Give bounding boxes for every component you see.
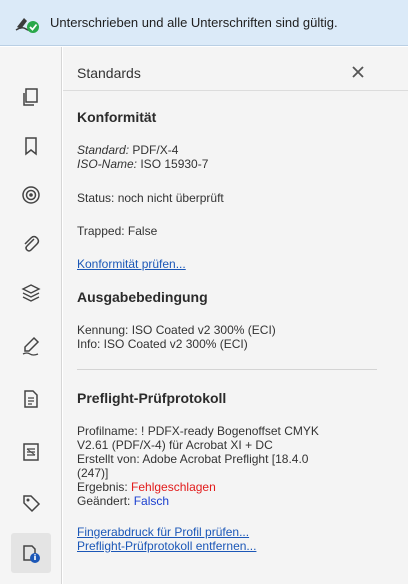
check-conformance-link[interactable]: Konformität prüfen... — [77, 257, 186, 271]
output-intent-info: Info: ISO Coated v2 300% (ECI) — [77, 337, 248, 351]
signature-pen-icon[interactable] — [11, 326, 51, 366]
content-icon[interactable] — [11, 432, 51, 472]
preflight-heading: Preflight-Prüfprotokoll — [77, 390, 227, 406]
signature-valid-icon — [10, 0, 44, 45]
layers-icon[interactable] — [11, 273, 51, 313]
close-icon[interactable] — [349, 63, 367, 81]
modified-label: Geändert: — [77, 494, 134, 508]
bookmark-icon[interactable] — [11, 126, 51, 166]
modified-value: Falsch — [133, 494, 170, 508]
profile-name-line1: Profilname: ! PDFX-ready Bogenoffset CMY… — [77, 424, 319, 438]
section-divider — [77, 369, 377, 370]
remove-preflight-report-link[interactable]: Preflight-Prüfprotokoll entfernen... — [77, 539, 256, 553]
pages-icon[interactable] — [11, 77, 51, 117]
signature-status-bar: Unterschrieben und alle Unterschriften s… — [0, 0, 408, 46]
panel-title: Standards — [77, 65, 141, 81]
output-intent-identifier: Kennung: ISO Coated v2 300% (ECI) — [77, 323, 276, 337]
left-tool-rail — [0, 47, 62, 584]
tag-icon[interactable] — [11, 483, 51, 523]
output-intent-heading: Ausgabebedingung — [77, 289, 208, 305]
conformance-heading: Konformität — [77, 109, 157, 125]
profile-name-line2: V2.61 (PDF/X-4) für Acrobat XI + DC — [77, 438, 273, 452]
created-by-line2: (247)] — [77, 466, 109, 480]
document-icon[interactable] — [11, 379, 51, 419]
layers-target-icon[interactable] — [11, 175, 51, 215]
result-label: Ergebnis: — [77, 480, 132, 494]
created-by-line1: Erstellt von: Adobe Acrobat Preflight [1… — [77, 452, 309, 466]
result-line: Ergebnis: Fehlgeschlagen — [77, 480, 216, 494]
attachment-icon[interactable] — [11, 224, 51, 264]
standards-panel: Standards Konformität Standard: PDF/X-4 … — [63, 47, 408, 584]
standard-label: Standard: — [77, 143, 130, 157]
result-value-failed: Fehlgeschlagen — [131, 480, 216, 494]
standard-value: PDF/X-4 — [129, 143, 179, 157]
iso-name-line: ISO-Name: ISO 15930-7 — [77, 157, 208, 171]
conformance-status: Status: noch nicht überprüft — [77, 191, 224, 205]
iso-name-label: ISO-Name: — [77, 157, 138, 171]
standard-line: Standard: PDF/X-4 — [77, 143, 178, 157]
panel-header: Standards — [63, 47, 408, 91]
signature-status-text: Unterschrieben und alle Unterschriften s… — [50, 15, 338, 30]
trapped-status: Trapped: False — [77, 224, 158, 238]
standards-icon[interactable] — [11, 533, 51, 573]
check-profile-fingerprint-link[interactable]: Fingerabdruck für Profil prüfen... — [77, 525, 249, 539]
modified-line: Geändert: Falsch — [77, 494, 169, 508]
iso-name-value: ISO 15930-7 — [137, 157, 209, 171]
